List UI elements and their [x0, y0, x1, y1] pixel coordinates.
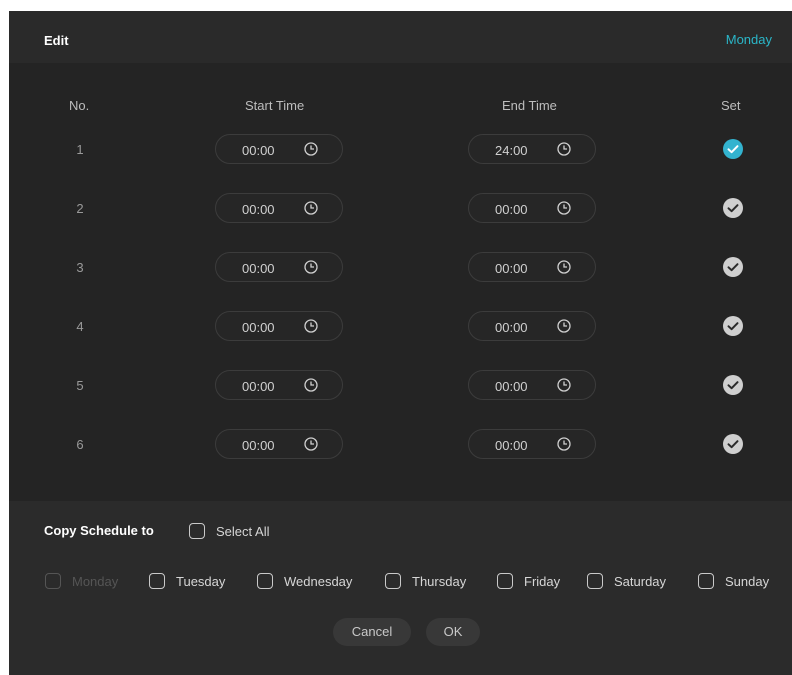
checkbox-box[interactable] — [189, 523, 205, 539]
copy-day-checkbox[interactable]: Sunday — [698, 572, 788, 592]
copy-day-label: Sunday — [725, 574, 770, 589]
row-number: 1 — [76, 142, 84, 157]
row-number: 6 — [76, 437, 84, 452]
clock-icon[interactable] — [557, 142, 571, 156]
edit-schedule-dialog: Edit Monday No. Start Time End Time Set … — [9, 11, 792, 675]
start-time-input[interactable]: 00:00 — [215, 429, 343, 459]
checkbox-box — [45, 573, 61, 589]
start-time-value: 00:00 — [242, 202, 275, 217]
start-time-input[interactable]: 00:00 — [215, 193, 343, 223]
row-number: 5 — [76, 378, 84, 393]
start-time-value: 00:00 — [242, 261, 275, 276]
checkbox-box[interactable] — [149, 573, 165, 589]
end-time-value: 24:00 — [495, 143, 528, 158]
start-time-input[interactable]: 00:00 — [215, 311, 343, 341]
clock-icon[interactable] — [557, 437, 571, 451]
checkbox-box[interactable] — [497, 573, 513, 589]
copy-day-checkbox: Monday — [45, 572, 135, 592]
dialog-title: Edit — [44, 33, 69, 48]
start-time-value: 00:00 — [242, 379, 275, 394]
clock-icon[interactable] — [304, 142, 318, 156]
checkmark-circle-icon[interactable] — [723, 198, 743, 218]
copy-day-label: Friday — [524, 574, 561, 589]
copy-schedule-panel: Copy Schedule to Select All Monday Tuesda… — [9, 501, 792, 675]
checkmark-circle-icon[interactable] — [723, 434, 743, 454]
checkmark-circle-icon[interactable] — [723, 375, 743, 395]
clock-icon[interactable] — [304, 260, 318, 274]
column-header-no: No. — [69, 98, 90, 113]
end-time-value: 00:00 — [495, 320, 528, 335]
checkmark-circle-icon[interactable] — [723, 257, 743, 277]
copy-day-checkbox[interactable]: Tuesday — [149, 572, 239, 592]
copy-day-label: Monday — [72, 574, 119, 589]
row-number: 2 — [76, 201, 84, 216]
start-time-value: 00:00 — [242, 143, 275, 158]
copy-day-checkbox[interactable]: Friday — [497, 572, 587, 592]
select-all-checkbox[interactable]: Select All — [189, 522, 289, 542]
checkbox-box[interactable] — [385, 573, 401, 589]
checkbox-box[interactable] — [587, 573, 603, 589]
row-number: 3 — [76, 260, 84, 275]
checkbox-box[interactable] — [257, 573, 273, 589]
end-time-input[interactable]: 00:00 — [468, 370, 596, 400]
clock-icon[interactable] — [557, 378, 571, 392]
clock-icon[interactable] — [304, 378, 318, 392]
copy-day-checkbox[interactable]: Wednesday — [257, 572, 352, 592]
ok-button[interactable]: OK — [426, 618, 480, 646]
start-time-value: 00:00 — [242, 438, 275, 453]
end-time-input[interactable]: 24:00 — [468, 134, 596, 164]
end-time-value: 00:00 — [495, 438, 528, 453]
start-time-value: 00:00 — [242, 320, 275, 335]
copy-day-checkbox[interactable]: Thursday — [385, 572, 475, 592]
checkbox-box[interactable] — [698, 573, 714, 589]
clock-icon[interactable] — [557, 201, 571, 215]
copy-day-label: Saturday — [614, 574, 667, 589]
start-time-input[interactable]: 00:00 — [215, 134, 343, 164]
end-time-input[interactable]: 00:00 — [468, 311, 596, 341]
copy-day-label: Wednesday — [284, 574, 353, 589]
clock-icon[interactable] — [304, 319, 318, 333]
copy-day-label: Thursday — [412, 574, 467, 589]
copy-schedule-label: Copy Schedule to — [44, 523, 154, 538]
end-time-value: 00:00 — [495, 261, 528, 276]
end-time-value: 00:00 — [495, 202, 528, 217]
clock-icon[interactable] — [557, 260, 571, 274]
current-day-label: Monday — [725, 32, 772, 47]
end-time-input[interactable]: 00:00 — [468, 429, 596, 459]
start-time-input[interactable]: 00:00 — [215, 370, 343, 400]
copy-day-checkbox[interactable]: Saturday — [587, 572, 677, 592]
end-time-value: 00:00 — [495, 379, 528, 394]
start-time-input[interactable]: 00:00 — [215, 252, 343, 282]
cancel-button[interactable]: Cancel — [333, 618, 411, 646]
column-header-end-time: End Time — [502, 98, 557, 113]
clock-icon[interactable] — [304, 437, 318, 451]
end-time-input[interactable]: 00:00 — [468, 252, 596, 282]
clock-icon[interactable] — [304, 201, 318, 215]
checkmark-circle-icon[interactable] — [723, 316, 743, 336]
dialog-header: Edit Monday — [9, 11, 792, 63]
column-header-start-time: Start Time — [245, 98, 305, 113]
row-number: 4 — [76, 319, 84, 334]
select-all-label: Select All — [216, 524, 270, 539]
checkmark-circle-icon[interactable] — [723, 139, 743, 159]
clock-icon[interactable] — [557, 319, 571, 333]
column-header-set: Set — [721, 98, 741, 113]
end-time-input[interactable]: 00:00 — [468, 193, 596, 223]
copy-day-label: Tuesday — [176, 574, 226, 589]
